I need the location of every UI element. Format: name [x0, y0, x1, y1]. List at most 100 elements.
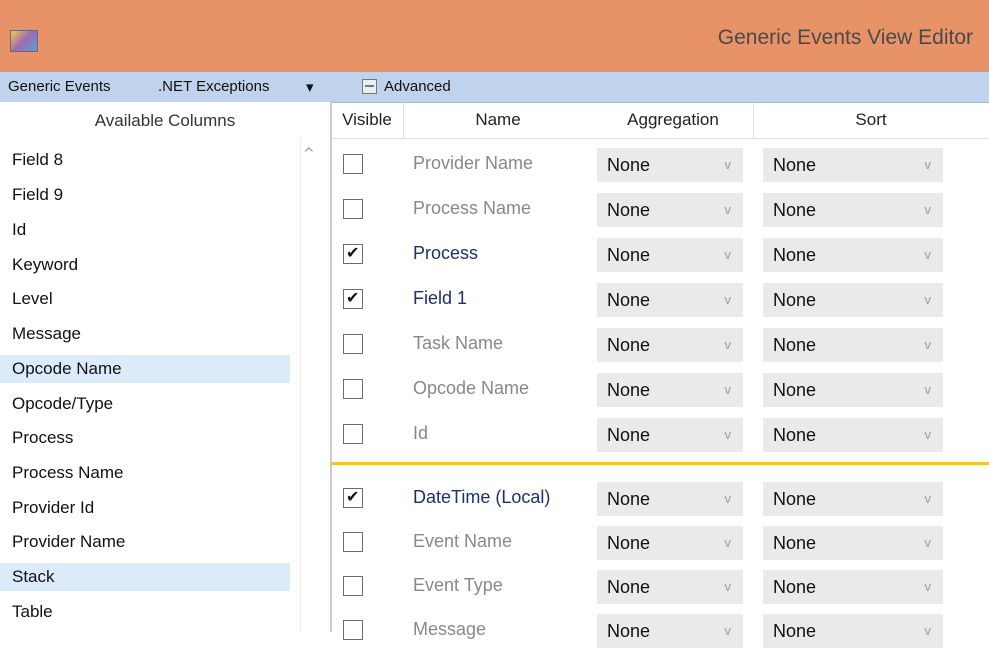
column-name: DateTime (Local) — [413, 487, 551, 507]
column-name: Process — [413, 243, 479, 263]
list-item[interactable]: Keyword — [0, 251, 290, 279]
aggregation-value: None — [607, 290, 651, 310]
scrollbar[interactable] — [300, 138, 323, 632]
visible-checkbox[interactable] — [343, 532, 363, 552]
sort-select[interactable]: None v — [763, 328, 943, 362]
sort-select[interactable]: None v — [763, 148, 943, 182]
chevron-down-icon: v — [924, 382, 932, 397]
column-name: Provider Name — [413, 153, 534, 173]
list-item[interactable]: Id — [0, 216, 290, 244]
list-item[interactable]: Provider Id — [0, 494, 290, 522]
chevron-down-icon: v — [924, 247, 932, 262]
list-item[interactable]: Opcode/Type — [0, 390, 290, 418]
table-row: Task Name None v None v — [331, 322, 989, 366]
tab-generic-events[interactable]: Generic Events — [8, 78, 111, 95]
aggregation-value: None — [607, 380, 651, 400]
aggregation-value: None — [607, 245, 651, 265]
table-row: Process None v None v — [331, 232, 989, 276]
column-header-visible[interactable]: Visible — [331, 102, 403, 138]
visible-checkbox[interactable] — [343, 288, 363, 309]
sort-select[interactable]: None v — [763, 526, 943, 560]
visible-checkbox[interactable] — [343, 424, 363, 444]
net-exceptions-dropdown-icon[interactable]: ▾ — [306, 78, 314, 96]
chevron-down-icon: v — [724, 202, 732, 217]
visible-checkbox[interactable] — [343, 379, 363, 399]
column-name: Process Name — [413, 198, 532, 218]
sort-select[interactable]: None v — [763, 238, 943, 272]
available-columns-panel: Available Columns ^ Field 8 Field 9 Id K… — [0, 102, 332, 632]
visible-checkbox[interactable] — [343, 199, 363, 219]
column-header-aggregation[interactable]: Aggregation — [593, 102, 753, 138]
table-row: Event Name None v None v — [331, 520, 989, 564]
column-name: Task Name — [413, 333, 504, 353]
sort-value: None — [773, 200, 817, 220]
table-row: Field 1 None v None v — [331, 277, 989, 321]
visible-checkbox[interactable] — [343, 243, 363, 264]
list-item[interactable]: Provider Name — [0, 528, 290, 556]
sort-value: None — [773, 290, 817, 310]
aggregation-select[interactable]: None v — [597, 283, 743, 317]
list-item[interactable]: Level — [0, 285, 290, 313]
aggregation-select[interactable]: None v — [597, 526, 743, 560]
visible-checkbox[interactable] — [343, 487, 363, 508]
aggregation-select[interactable]: None v — [597, 614, 743, 648]
table-row: DateTime (Local) None v None v — [331, 476, 989, 520]
list-item-selected[interactable]: Stack — [0, 563, 290, 591]
aggregation-select[interactable]: None v — [597, 148, 743, 182]
visible-checkbox[interactable] — [343, 334, 363, 354]
aggregation-value: None — [607, 489, 651, 509]
advanced-button[interactable]: Advanced — [384, 78, 451, 95]
sort-select[interactable]: None v — [763, 614, 943, 648]
chevron-down-icon: v — [924, 427, 932, 442]
chevron-down-icon: v — [924, 202, 932, 217]
aggregation-value: None — [607, 533, 651, 553]
list-item[interactable]: Message — [0, 320, 290, 348]
chevron-down-icon: v — [724, 427, 732, 442]
chevron-down-icon: v — [724, 382, 732, 397]
list-item[interactable]: Process Name — [0, 459, 290, 487]
list-item-selected[interactable]: Opcode Name — [0, 355, 290, 383]
chevron-down-icon: v — [724, 337, 732, 352]
chevron-up-icon[interactable]: ^ — [303, 146, 315, 162]
table-row: Provider Name None v None v — [331, 142, 989, 186]
chevron-down-icon: v — [924, 623, 932, 638]
aggregation-value: None — [607, 200, 651, 220]
sort-value: None — [773, 533, 817, 553]
aggregation-select[interactable]: None v — [597, 193, 743, 227]
aggregation-value: None — [607, 621, 651, 641]
aggregation-select[interactable]: None v — [597, 373, 743, 407]
advanced-icon[interactable] — [362, 79, 377, 94]
visible-checkbox[interactable] — [343, 576, 363, 596]
aggregation-select[interactable]: None v — [597, 570, 743, 604]
sort-value: None — [773, 155, 817, 175]
visible-checkbox[interactable] — [343, 154, 363, 174]
group-separator — [331, 462, 989, 465]
list-item[interactable]: Process — [0, 424, 290, 452]
list-item[interactable]: Field 8 — [0, 146, 290, 174]
sort-select[interactable]: None v — [763, 283, 943, 317]
sort-select[interactable]: None v — [763, 570, 943, 604]
sort-select[interactable]: None v — [763, 482, 943, 516]
sort-value: None — [773, 425, 817, 445]
list-item[interactable]: Table — [0, 598, 290, 626]
chevron-down-icon: v — [724, 623, 732, 638]
column-header-name[interactable]: Name — [403, 102, 593, 138]
sort-select[interactable]: None v — [763, 373, 943, 407]
column-name: Message — [413, 619, 487, 639]
tab-net-exceptions[interactable]: .NET Exceptions — [158, 78, 269, 95]
chevron-down-icon: v — [724, 157, 732, 172]
list-item[interactable]: Field 9 — [0, 181, 290, 209]
sort-select[interactable]: None v — [763, 193, 943, 227]
column-name: Opcode Name — [413, 378, 530, 398]
aggregation-select[interactable]: None v — [597, 238, 743, 272]
aggregation-select[interactable]: None v — [597, 418, 743, 452]
visible-checkbox[interactable] — [343, 620, 363, 640]
column-header-sort[interactable]: Sort — [753, 102, 989, 138]
table-row: Id None v None v — [331, 412, 989, 456]
chevron-down-icon: v — [724, 579, 732, 594]
sort-select[interactable]: None v — [763, 418, 943, 452]
chevron-down-icon: v — [924, 337, 932, 352]
aggregation-select[interactable]: None v — [597, 482, 743, 516]
aggregation-select[interactable]: None v — [597, 328, 743, 362]
chevron-down-icon: v — [924, 579, 932, 594]
